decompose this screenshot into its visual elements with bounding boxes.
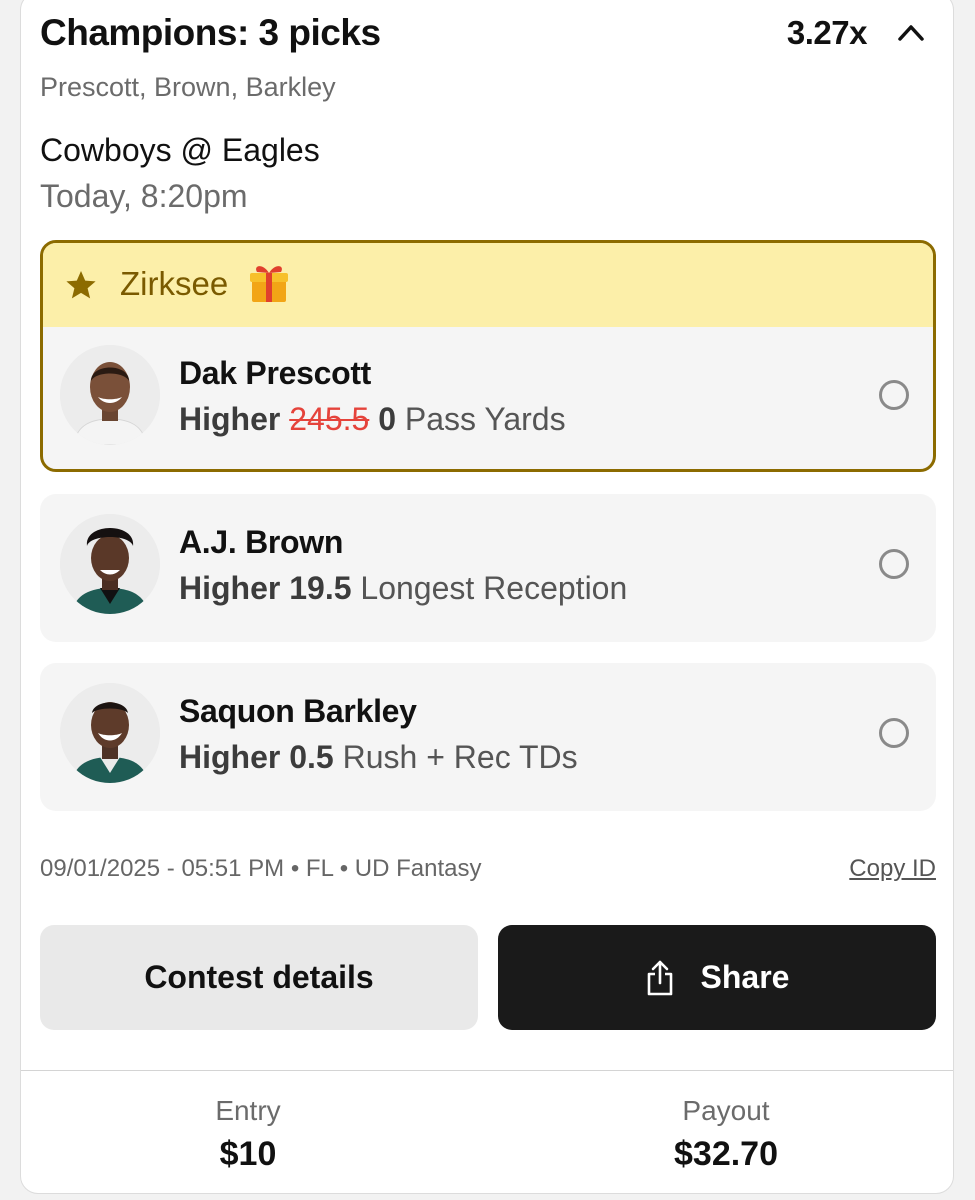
game-time: Today, 8:20pm [40, 178, 248, 214]
entry-meta: 09/01/2025 - 05:51 PM • FL • UD Fantasy [40, 855, 482, 882]
line-value: 19.5 [289, 570, 352, 606]
contest-details-label: Contest details [144, 959, 374, 995]
line-value: 0.5 [289, 739, 334, 775]
avatar [60, 345, 160, 445]
payout-label: Payout [682, 1095, 770, 1126]
pick-direction: Higher [179, 401, 281, 437]
entry-label: Entry [215, 1095, 281, 1126]
pick-line: Higher 0.5 Rush + Rec TDs [179, 739, 578, 776]
pick-direction: Higher [179, 570, 281, 606]
share-icon [647, 960, 672, 995]
original-line-value: 245.5 [289, 401, 370, 437]
chevron-up-icon[interactable] [896, 20, 926, 44]
star-icon [66, 271, 96, 299]
pick-card-brown[interactable]: A.J. Brown Higher 19.5 Longest Reception [40, 494, 936, 642]
pick-radio[interactable] [879, 718, 909, 748]
share-label: Share [700, 959, 790, 995]
pick-radio[interactable] [879, 549, 909, 579]
player-name: Saquon Barkley [179, 693, 417, 729]
stat-type: Pass Yards [404, 401, 566, 437]
payout-multiplier: 3.27x [786, 14, 868, 51]
pick-line: Higher 19.5 Longest Reception [179, 570, 627, 607]
promo-banner: Zirksee [43, 243, 933, 327]
players-summary: Prescott, Brown, Barkley [40, 72, 336, 102]
stat-type: Rush + Rec TDs [342, 739, 578, 775]
contest-details-button[interactable]: Contest details [40, 925, 478, 1030]
pick-direction: Higher [179, 739, 281, 775]
pick-line: Higher 245.5 0 Pass Yards [179, 401, 566, 438]
line-value: 0 [378, 401, 396, 437]
avatar [60, 683, 160, 783]
pick-card-barkley[interactable]: Saquon Barkley Higher 0.5 Rush + Rec TDs [40, 663, 936, 811]
pick-card-prescott[interactable]: Zirksee Dak Prescott Higher 245.5 0 Pass… [40, 240, 936, 472]
avatar [60, 514, 160, 614]
promo-name: Zirksee [120, 265, 229, 302]
player-name: Dak Prescott [179, 355, 372, 391]
pick-radio[interactable] [879, 380, 909, 410]
entry-title: Champions: 3 picks [40, 12, 381, 53]
entry-amount: $10 [219, 1135, 277, 1173]
player-name: A.J. Brown [179, 524, 344, 560]
copy-id-link[interactable]: Copy ID [849, 855, 936, 883]
gift-icon [250, 266, 288, 302]
share-button[interactable]: Share [498, 925, 936, 1030]
stat-type: Longest Reception [360, 570, 628, 606]
payout-amount: $32.70 [674, 1135, 778, 1173]
footer-divider [21, 1070, 953, 1071]
game-matchup: Cowboys @ Eagles [40, 132, 320, 168]
